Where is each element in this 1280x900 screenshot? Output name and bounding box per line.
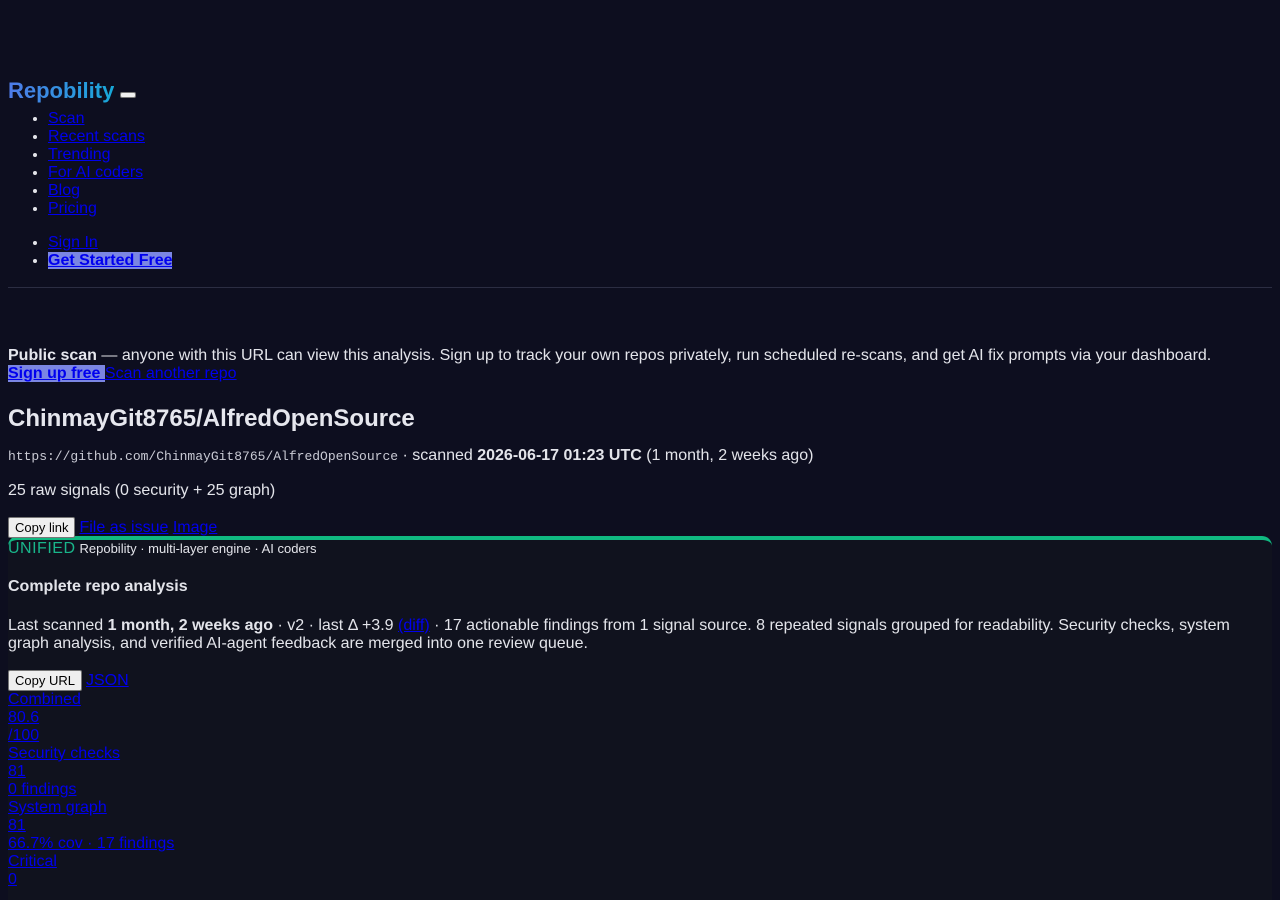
get-started-button[interactable]: Get Started Free bbox=[48, 252, 173, 269]
last-scanned-prefix: Last scanned bbox=[8, 617, 108, 634]
copy-url-button[interactable]: Copy URL bbox=[8, 670, 82, 691]
stat-critical-label[interactable]: Critical bbox=[8, 853, 1272, 871]
stat-security-sub[interactable]: 0 findings bbox=[8, 781, 1272, 799]
image-link[interactable]: Image bbox=[173, 519, 217, 537]
header-divider bbox=[8, 287, 1272, 288]
site-header: Repobility Scan Recent scans Trending Fo… bbox=[8, 0, 1272, 288]
brand-row: Repobility bbox=[8, 78, 1272, 104]
diff-link[interactable]: (diff) bbox=[398, 617, 430, 634]
unified-analysis-card: UNIFIED Repobility · multi-layer engine … bbox=[8, 536, 1272, 900]
analysis-heading: Complete repo analysis bbox=[8, 578, 188, 595]
stat-combined-label[interactable]: Combined bbox=[8, 691, 1272, 709]
scanned-ago: (1 month, 2 weeks ago) bbox=[641, 447, 814, 464]
nav-trending[interactable]: Trending bbox=[48, 146, 111, 163]
repo-meta: https://github.com/ChinmayGit8765/Alfred… bbox=[8, 447, 1272, 466]
scanned-at: 2026-06-17 01:23 UTC bbox=[477, 447, 642, 464]
engine-label: Repobility · multi-layer engine · AI cod… bbox=[79, 541, 317, 556]
stat-graph-value[interactable]: 81 bbox=[8, 817, 1272, 835]
stat-graph-sub[interactable]: 66.7% cov · 17 findings bbox=[8, 835, 1272, 853]
nav-scan[interactable]: Scan bbox=[48, 110, 84, 127]
repo-url: https://github.com/ChinmayGit8765/Alfred… bbox=[8, 449, 399, 464]
version-text: · v2 · last Δ +3.9 bbox=[273, 617, 398, 634]
sign-in-link[interactable]: Sign In bbox=[48, 234, 98, 251]
auth-nav: Sign In Get Started Free bbox=[8, 234, 1272, 270]
notice-actions: Sign up free Scan another repo bbox=[8, 365, 1272, 383]
card-actions: Copy URL JSON bbox=[8, 670, 1272, 691]
repo-actions: Copy link File as issue Image bbox=[8, 517, 1272, 538]
menu-toggle-button[interactable] bbox=[120, 92, 137, 98]
copy-link-button[interactable]: Copy link bbox=[8, 517, 76, 538]
stat-combined-sub[interactable]: /100 bbox=[8, 727, 1272, 745]
sign-up-free-button[interactable]: Sign up free bbox=[8, 365, 105, 382]
last-scanned-ago: 1 month, 2 weeks ago bbox=[107, 617, 274, 634]
nav-pricing[interactable]: Pricing bbox=[48, 200, 97, 217]
scan-another-repo-link[interactable]: Scan another repo bbox=[105, 365, 237, 382]
json-link[interactable]: JSON bbox=[86, 672, 129, 690]
stat-security-label[interactable]: Security checks bbox=[8, 745, 1272, 763]
card-header: UNIFIED Repobility · multi-layer engine … bbox=[8, 540, 1272, 558]
stat-security-value[interactable]: 81 bbox=[8, 763, 1272, 781]
file-as-issue-link[interactable]: File as issue bbox=[79, 519, 168, 537]
repo-title: ChinmayGit8765/AlfredOpenSource bbox=[8, 405, 415, 432]
notice-text: — anyone with this URL can view this ana… bbox=[96, 347, 1212, 364]
notice-bold: Public scan bbox=[8, 347, 97, 364]
last-scanned-summary: Last scanned 1 month, 2 weeks ago · v2 ·… bbox=[8, 617, 1272, 653]
unified-badge: UNIFIED bbox=[8, 540, 76, 557]
nav-blog[interactable]: Blog bbox=[48, 182, 80, 199]
stat-critical-value[interactable]: 0 bbox=[8, 871, 1272, 889]
scanned-prefix: · scanned bbox=[398, 447, 478, 464]
nav-recent-scans[interactable]: Recent scans bbox=[48, 128, 145, 145]
stat-combined-value[interactable]: 80.6 bbox=[8, 709, 1272, 727]
nav-for-ai-coders[interactable]: For AI coders bbox=[48, 164, 143, 181]
stat-graph-label[interactable]: System graph bbox=[8, 799, 1272, 817]
brand-logo[interactable]: Repobility bbox=[8, 78, 114, 104]
score-stats: Combined 80.6 /100 Security checks 81 0 … bbox=[8, 691, 1272, 889]
raw-signals: 25 raw signals (0 security + 25 graph) bbox=[8, 482, 276, 499]
public-scan-notice: Public scan — anyone with this URL can v… bbox=[8, 347, 1272, 365]
main-nav: Scan Recent scans Trending For AI coders… bbox=[8, 110, 1272, 218]
